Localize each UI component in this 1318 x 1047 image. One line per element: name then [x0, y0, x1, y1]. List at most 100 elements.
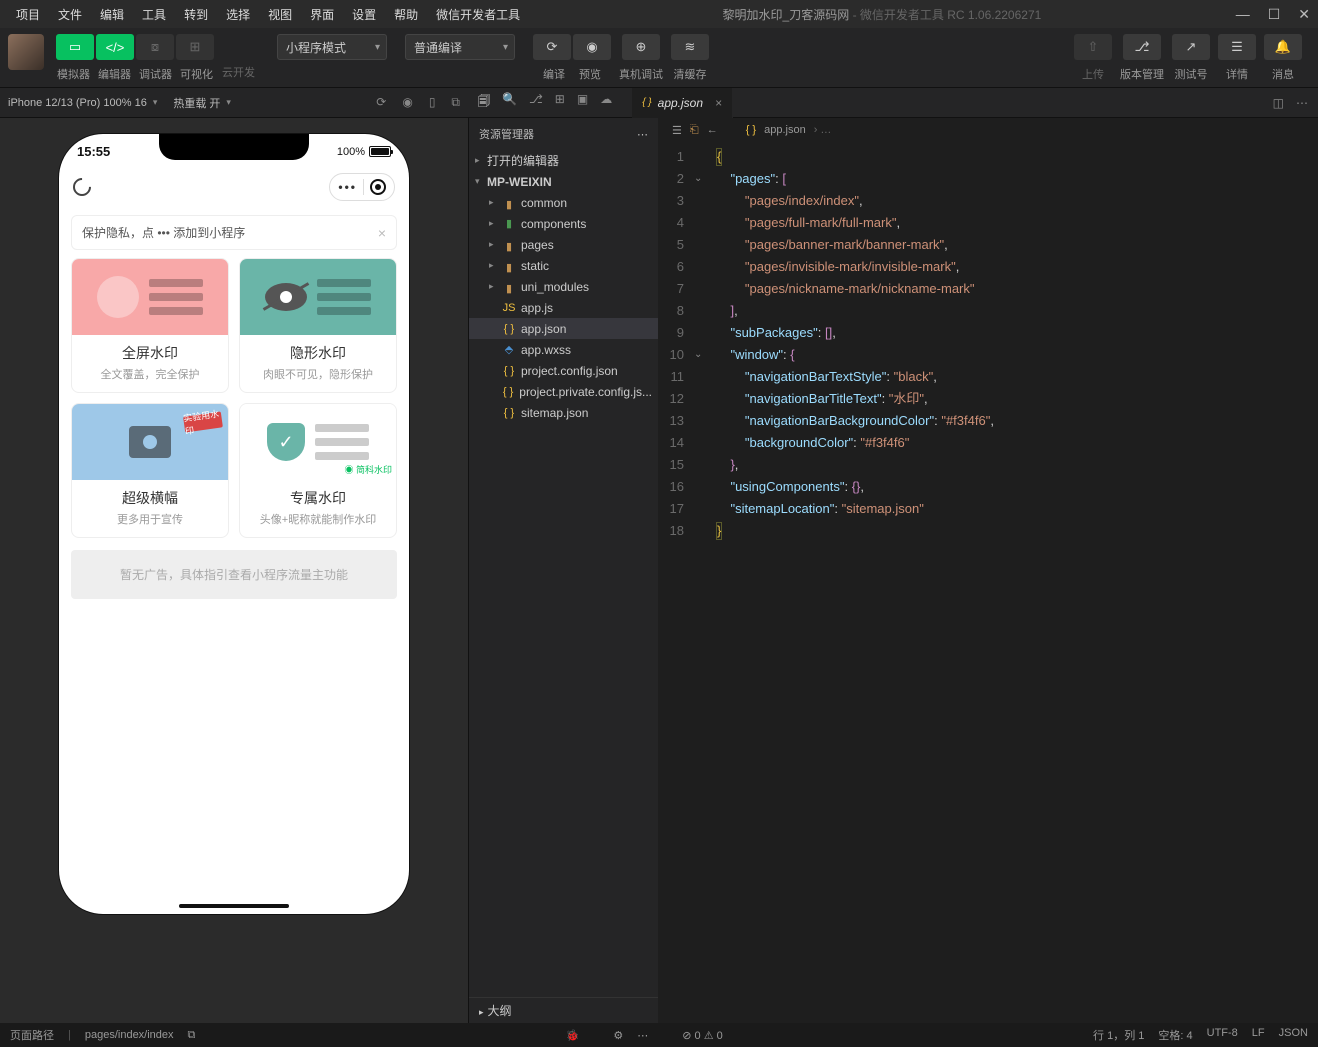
menu-dots-icon: •••: [338, 180, 357, 194]
hotreload-toggle[interactable]: 热重载 开: [173, 95, 220, 111]
menu-ui[interactable]: 界面: [302, 3, 342, 26]
bookmark-icon[interactable]: ⎗: [690, 124, 699, 137]
refresh-icon[interactable]: ⟳: [376, 95, 386, 110]
testid-button[interactable]: ↗: [1172, 34, 1210, 60]
debugger-button[interactable]: ⧇: [136, 34, 174, 60]
editor-button[interactable]: </>: [96, 34, 134, 60]
open-editors-section[interactable]: ▸打开的编辑器: [469, 150, 658, 171]
search-icon[interactable]: 🔍: [502, 92, 517, 113]
module-icon[interactable]: ▣: [577, 92, 588, 113]
menu-file[interactable]: 文件: [50, 3, 90, 26]
file-appjson[interactable]: { }app.json: [469, 318, 658, 339]
pagepath-value[interactable]: pages/index/index: [85, 1029, 174, 1041]
file-projectconfig[interactable]: { }project.config.json: [469, 360, 658, 381]
indent-setting[interactable]: 空格: 4: [1158, 1027, 1192, 1043]
simulator-button[interactable]: ▭: [56, 34, 94, 60]
cursor-position[interactable]: 行 1，列 1: [1093, 1027, 1144, 1043]
cloud-icon[interactable]: ☁: [600, 92, 612, 113]
folder-components[interactable]: ▸▮components: [469, 213, 658, 234]
upload-label: 上传: [1082, 66, 1104, 82]
main-area: 15:55 100% ••• 保护隐私，点 ••• 添加到小程序× 全屏水印全文…: [0, 118, 1318, 1023]
capsule-close-icon: [370, 179, 386, 195]
folder-pages[interactable]: ▸▮pages: [469, 234, 658, 255]
close-button[interactable]: ✕: [1298, 6, 1310, 23]
detail-button[interactable]: ☰: [1218, 34, 1256, 60]
shield-icon: ✓: [267, 423, 305, 461]
window-title: 黎明加水印_刀客源码网 - 微信开发者工具 RC 1.06.2206271: [528, 6, 1236, 23]
card-exclusive-watermark[interactable]: ✓◉ 简科水印 专属水印头像+昵称就能制作水印: [239, 403, 397, 538]
app-subtitle: - 微信开发者工具 RC 1.06.2206271: [849, 8, 1041, 22]
popout-icon[interactable]: ⧉: [451, 95, 460, 110]
compile-button[interactable]: ⟳: [533, 34, 571, 60]
main-toolbar: ▭ </> ⧇ ⊞ 模拟器 编辑器 调试器 可视化 云开发 小程序模式 普通编译…: [0, 28, 1318, 88]
record-icon[interactable]: ◉: [402, 95, 412, 110]
folder-unimodules[interactable]: ▸▮uni_modules: [469, 276, 658, 297]
title-bar: 项目 文件 编辑 工具 转到 选择 视图 界面 设置 帮助 微信开发者工具 黎明…: [0, 0, 1318, 28]
extensions-icon[interactable]: ⊞: [555, 92, 565, 113]
minimize-button[interactable]: —: [1236, 6, 1250, 23]
maximize-button[interactable]: ☐: [1268, 6, 1281, 23]
realdebug-button[interactable]: ⊕: [622, 34, 660, 60]
code-content[interactable]: { "pages": [ "pages/index/index", "pages…: [710, 142, 1318, 1023]
menu-select[interactable]: 选择: [218, 3, 258, 26]
encoding[interactable]: UTF-8: [1207, 1027, 1238, 1043]
menu-help[interactable]: 帮助: [386, 3, 426, 26]
page-refresh-icon[interactable]: [69, 174, 94, 199]
bug-icon[interactable]: 🐞: [566, 1029, 580, 1042]
branch-icon[interactable]: ⎇: [529, 92, 543, 113]
more-status-icon[interactable]: ⋯: [637, 1029, 648, 1042]
list-icon[interactable]: ☰: [672, 124, 682, 137]
close-tab-icon[interactable]: ×: [715, 96, 722, 110]
explorer-more-icon[interactable]: ⋯: [637, 128, 648, 141]
menu-view[interactable]: 视图: [260, 3, 300, 26]
file-projectprivate[interactable]: { }project.private.config.js...: [469, 381, 658, 402]
file-appjs[interactable]: JSapp.js: [469, 297, 658, 318]
breadcrumb[interactable]: ☰ ⎗ ← { } app.json› …: [658, 118, 1318, 142]
file-appwxss[interactable]: ⬘app.wxss: [469, 339, 658, 360]
preview-button[interactable]: ◉: [573, 34, 611, 60]
card-super-banner[interactable]: 实验用水印 超级横幅更多用于宣传: [71, 403, 229, 538]
problems-count[interactable]: ⊘ 0 ⚠ 0: [682, 1029, 722, 1042]
eol[interactable]: LF: [1252, 1027, 1265, 1043]
upload-button[interactable]: ⇧: [1074, 34, 1112, 60]
folder-static[interactable]: ▸▮static: [469, 255, 658, 276]
card-invisible-watermark[interactable]: 隐形水印肉眼不可见，隐形保护: [239, 258, 397, 393]
copy-icon[interactable]: ⧉: [188, 1029, 196, 1042]
device-select[interactable]: iPhone 12/13 (Pro) 100% 16: [8, 97, 147, 109]
cloud-dev-label[interactable]: 云开发: [222, 64, 255, 80]
message-button[interactable]: 🔔: [1264, 34, 1302, 60]
menu-settings[interactable]: 设置: [344, 3, 384, 26]
language-mode[interactable]: JSON: [1279, 1027, 1308, 1043]
card-fullscreen-watermark[interactable]: 全屏水印全文覆盖，完全保护: [71, 258, 229, 393]
editor-tab-appjson[interactable]: { }app.json×: [632, 88, 733, 118]
version-button[interactable]: ⎇: [1123, 34, 1161, 60]
menu-project[interactable]: 项目: [8, 3, 48, 26]
close-tip-icon[interactable]: ×: [378, 225, 386, 241]
device-icon[interactable]: ▯: [429, 95, 436, 110]
user-avatar[interactable]: [8, 34, 44, 70]
fold-gutter[interactable]: ⌄⌄: [694, 142, 710, 1023]
file-sitemap[interactable]: { }sitemap.json: [469, 402, 658, 423]
back-icon[interactable]: ←: [707, 124, 718, 136]
split-editor-icon[interactable]: ◫: [1273, 96, 1284, 110]
menu-devtools[interactable]: 微信开发者工具: [428, 3, 528, 26]
folder-common[interactable]: ▸▮common: [469, 192, 658, 213]
menu-edit[interactable]: 编辑: [92, 3, 132, 26]
explorer-icon[interactable]: 🗐: [478, 92, 490, 113]
mode-select[interactable]: 小程序模式: [277, 34, 387, 60]
capsule-button[interactable]: •••: [329, 173, 395, 201]
clearcache-button[interactable]: ≋: [671, 34, 709, 60]
visual-button[interactable]: ⊞: [176, 34, 214, 60]
privacy-tip[interactable]: 保护隐私，点 ••• 添加到小程序×: [71, 215, 397, 250]
chevron-down-icon: ▾: [226, 97, 231, 108]
editor-body[interactable]: 123456789101112131415161718 ⌄⌄ { "pages"…: [658, 142, 1318, 1023]
compile-mode-select[interactable]: 普通编译: [405, 34, 515, 60]
avatar-icon: [97, 276, 139, 318]
settings-icon[interactable]: ⚙: [613, 1029, 623, 1042]
more-icon[interactable]: ⋯: [1296, 96, 1308, 110]
card-title: 专属水印: [246, 488, 390, 508]
menu-tools[interactable]: 工具: [134, 3, 174, 26]
menu-goto[interactable]: 转到: [176, 3, 216, 26]
project-root[interactable]: ▾MP-WEIXIN: [469, 171, 658, 192]
outline-section[interactable]: ▸大纲: [469, 997, 658, 1023]
